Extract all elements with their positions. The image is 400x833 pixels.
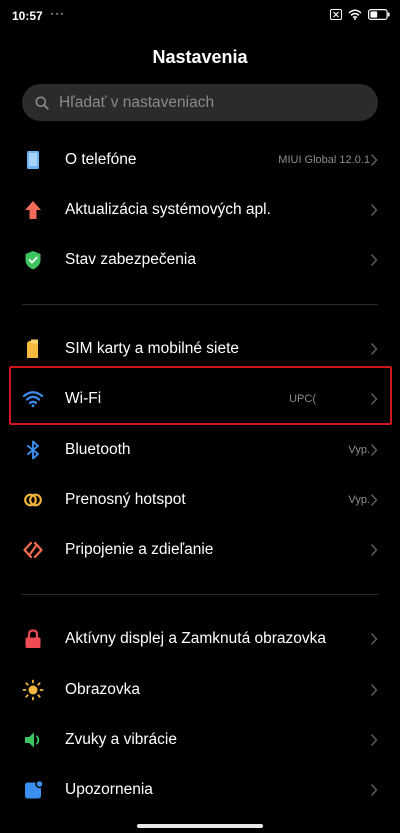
chevron-right-icon <box>370 493 378 507</box>
settings-item-system-update[interactable]: Aktualizácia systémových apl. <box>0 185 400 235</box>
phone-info-icon <box>22 149 44 171</box>
settings-item-connection-sharing[interactable]: Pripojenie a zdieľanie <box>0 525 400 575</box>
settings-item-label: Stav zabezpečenia <box>65 251 196 268</box>
search-icon <box>35 96 49 110</box>
chevron-right-icon <box>370 632 378 646</box>
settings-item-label: Prenosný hotspot <box>65 491 186 508</box>
settings-item-about-phone[interactable]: O telefóne MIUI Global 12.0.1 <box>0 135 400 185</box>
settings-item-label: O telefóne <box>65 151 137 168</box>
settings-item-label: Zvuky a vibrácie <box>65 731 177 748</box>
chevron-right-icon <box>370 443 378 457</box>
settings-item-label: Aktualizácia systémových apl. <box>65 201 271 218</box>
page-title: Nastavenia <box>152 47 248 67</box>
sim-card-icon <box>22 338 44 360</box>
settings-item-sounds[interactable]: Zvuky a vibrácie <box>0 715 400 765</box>
chevron-right-icon <box>370 342 378 356</box>
settings-item-bluetooth[interactable]: Bluetooth Vyp. <box>0 425 400 475</box>
chevron-right-icon <box>370 153 378 167</box>
search-placeholder: Hľadať v nastaveniach <box>59 93 215 111</box>
brightness-icon <box>22 679 44 701</box>
wifi-status-icon <box>348 9 362 20</box>
settings-item-hotspot[interactable]: Prenosný hotspot Vyp. <box>0 475 400 525</box>
settings-item-value: Vyp. <box>348 494 370 506</box>
highlight-box <box>9 366 392 425</box>
update-arrow-icon <box>22 199 44 221</box>
status-dots: ··· <box>50 6 65 20</box>
hotspot-icon <box>22 489 44 511</box>
sim-status-icon <box>330 9 342 20</box>
settings-item-label: Aktívny displej a Zamknutá obrazovka <box>65 630 327 647</box>
settings-item-label: Obrazovka <box>65 681 140 698</box>
battery-icon <box>368 9 390 20</box>
settings-item-label: Bluetooth <box>65 441 131 458</box>
status-time: 10:57 <box>12 9 43 23</box>
chevron-right-icon <box>370 203 378 217</box>
chevron-right-icon <box>370 683 378 697</box>
settings-item-lock-screen[interactable]: Aktívny displej a Zamknutá obrazovka <box>0 614 400 664</box>
status-bar: 10:57 ··· <box>0 0 400 34</box>
settings-item-value: Vyp. <box>348 444 370 456</box>
section-divider <box>22 594 378 595</box>
notification-icon <box>22 779 44 801</box>
settings-item-security-status[interactable]: Stav zabezpečenia <box>0 235 400 285</box>
section-divider <box>22 304 378 305</box>
settings-item-label: Pripojenie a zdieľanie <box>65 541 214 558</box>
settings-item-label: Upozornenia <box>65 781 153 798</box>
bluetooth-icon <box>22 439 44 461</box>
chevron-right-icon <box>370 543 378 557</box>
connection-sharing-icon <box>22 539 44 561</box>
settings-item-value: MIUI Global 12.0.1 <box>278 154 370 166</box>
settings-item-notifications[interactable]: Upozornenia <box>0 765 400 815</box>
chevron-right-icon <box>370 253 378 267</box>
status-icons <box>330 9 390 20</box>
security-shield-icon <box>22 249 44 271</box>
lock-icon <box>22 628 44 650</box>
settings-item-display[interactable]: Obrazovka <box>0 665 400 715</box>
home-indicator[interactable] <box>137 824 263 828</box>
search-input[interactable]: Hľadať v nastaveniach <box>22 84 378 121</box>
chevron-right-icon <box>370 733 378 747</box>
chevron-right-icon <box>370 783 378 797</box>
speaker-icon <box>22 729 44 751</box>
settings-item-label: SIM karty a mobilné siete <box>65 340 240 357</box>
